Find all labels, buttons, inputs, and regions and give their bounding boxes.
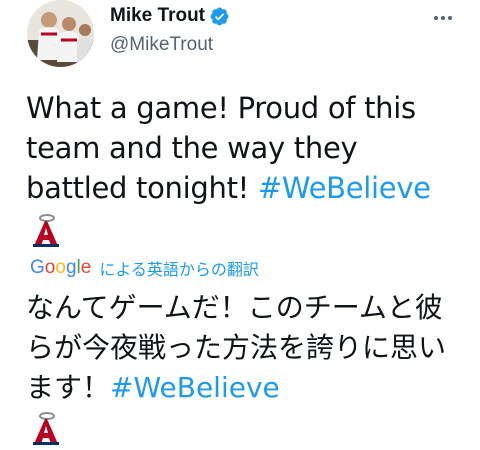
tweet-text: What a game! Proud of this team and the … [26, 88, 466, 208]
translation-attribution: Google による英語からの翻訳 [30, 256, 259, 280]
hashtag-link[interactable]: #WeBelieve [258, 171, 431, 205]
angels-logo-icon [30, 410, 62, 446]
author-handle[interactable]: @MikeTrout [110, 34, 213, 56]
more-dot [434, 16, 438, 20]
more-options-icon[interactable] [428, 10, 458, 26]
translation-label[interactable]: による英語からの翻訳 [99, 256, 259, 280]
avatar-photo [27, 0, 94, 67]
verified-badge-icon [209, 6, 230, 27]
avatar[interactable] [27, 0, 94, 67]
author-name-row[interactable]: Mike Trout [110, 5, 230, 27]
more-dot [448, 16, 452, 20]
angels-logo-icon [30, 212, 62, 248]
translated-hashtag-link[interactable]: #WeBelieve [110, 371, 280, 404]
more-dot [441, 16, 445, 20]
translated-text: なんてゲームだ！このチームと彼らが今夜戦った方法を誇りに思います！#WeBeli… [26, 288, 466, 408]
author-name[interactable]: Mike Trout [110, 5, 205, 27]
google-logo-icon: Google [30, 257, 92, 278]
